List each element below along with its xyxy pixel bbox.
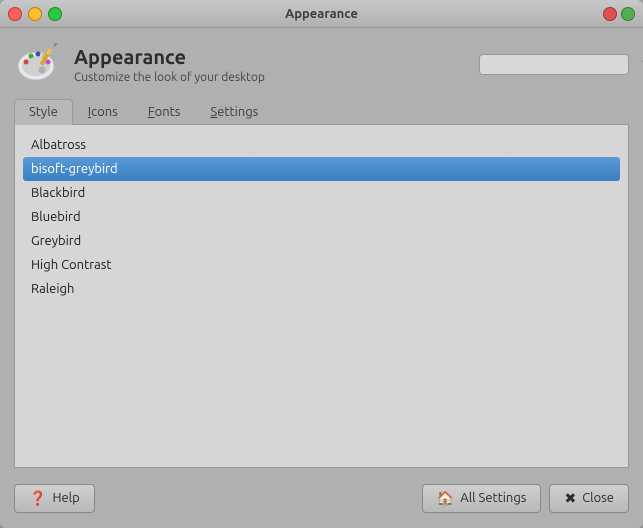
appearance-window: Appearance [0,0,643,528]
list-item[interactable]: Raleigh [23,277,620,301]
tab-icons[interactable]: Icons [73,99,133,125]
tab-fonts[interactable]: Fonts [133,99,196,125]
main-content: Appearance Customize the look of your de… [0,28,643,478]
tab-settings-label: Settings [210,105,258,119]
all-settings-icon: 🏠 [437,490,454,507]
list-item[interactable]: bisoft-greybird [23,157,620,181]
search-input-wrap: 🔍 [479,54,629,75]
help-button[interactable]: ❓ Help [14,484,95,513]
search-input[interactable] [486,57,641,71]
titlebar-right-controls [603,7,635,21]
app-title: Appearance [74,45,467,69]
all-settings-button[interactable]: 🏠 All Settings [422,484,542,513]
tab-icons-label: Icons [88,105,118,119]
close-icon: ✖ [564,490,576,507]
titlebar-right-green[interactable] [621,7,635,21]
list-item[interactable]: Greybird [23,229,620,253]
list-item[interactable]: Bluebird [23,205,620,229]
search-box: 🔍 [479,54,629,75]
app-title-section: Appearance Customize the look of your de… [74,45,467,84]
app-subtitle: Customize the look of your desktop [74,71,467,84]
tab-style[interactable]: Style [14,99,73,125]
list-item[interactable]: Blackbird [23,181,620,205]
help-label: Help [52,491,79,505]
app-icon [14,40,62,88]
close-button[interactable]: ✖ Close [549,484,629,513]
tab-fonts-label: Fonts [148,105,181,119]
theme-panel: Albatross bisoft-greybird Blackbird Blue… [14,125,629,468]
list-item[interactable]: High Contrast [23,253,620,277]
titlebar-right-red[interactable] [603,7,617,21]
minimize-window-button[interactable] [28,7,42,21]
titlebar: Appearance [0,0,643,28]
footer: ❓ Help 🏠 All Settings ✖ Close [0,478,643,528]
tab-bar: Style Icons Fonts Settings [14,98,629,125]
window-title: Appearance [285,7,358,21]
tab-settings[interactable]: Settings [195,99,273,125]
footer-right-buttons: 🏠 All Settings ✖ Close [422,484,629,513]
close-window-button[interactable] [8,7,22,21]
list-item[interactable]: Albatross [23,133,620,157]
app-header: Appearance Customize the look of your de… [14,40,629,88]
all-settings-label: All Settings [460,491,526,505]
maximize-window-button[interactable] [48,7,62,21]
window-controls [8,7,62,21]
theme-list: Albatross bisoft-greybird Blackbird Blue… [23,133,620,301]
close-label: Close [582,491,614,505]
help-icon: ❓ [29,490,46,507]
tab-style-label: Style [29,105,58,119]
